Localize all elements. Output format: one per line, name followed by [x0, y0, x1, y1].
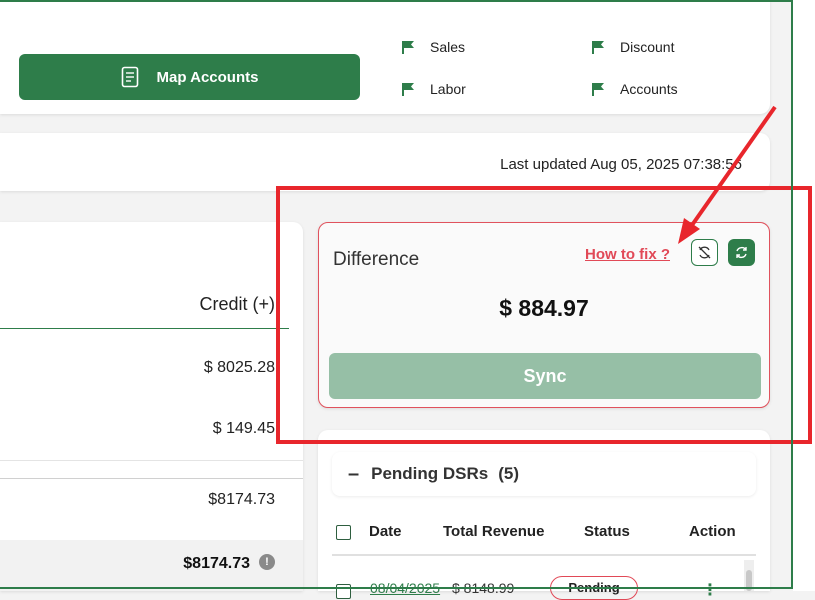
right-edge-strip: [793, 0, 815, 591]
flag-label-sales: Sales: [430, 39, 466, 55]
difference-amount: $ 884.97: [499, 295, 589, 321]
table-header-divider: [332, 554, 756, 556]
pending-dsrs-title: Pending DSRs: [371, 464, 489, 483]
refresh-button[interactable]: [728, 239, 755, 266]
pending-dsrs-card: – Pending DSRs (5) Date Total Revenue St…: [318, 430, 770, 600]
flag-label-accounts: Accounts: [620, 81, 678, 97]
credit-column-header: Credit (+): [199, 294, 275, 314]
row-checkbox[interactable]: [336, 584, 351, 599]
flag-discount: Discount: [591, 39, 674, 55]
flag-label-labor: Labor: [430, 81, 466, 97]
difference-title: Difference: [333, 249, 420, 270]
column-header-date: Date: [369, 523, 402, 540]
how-to-fix-link[interactable]: How to fix ?: [585, 246, 670, 263]
header-divider: [0, 328, 289, 329]
last-updated-card: Last updated Aug 05, 2025 07:38:56: [0, 133, 770, 191]
flag-icon: [592, 40, 604, 54]
sync-off-icon: [698, 246, 711, 259]
flag-icon: [402, 40, 414, 54]
status-badge: Pending: [550, 576, 638, 600]
credit-amount-row-2: $ 149.45: [212, 420, 275, 437]
column-header-status: Status: [584, 523, 630, 540]
flag-icon: [592, 82, 604, 96]
pending-dsrs-header[interactable]: – Pending DSRs (5): [332, 452, 756, 496]
unsync-button[interactable]: [691, 239, 718, 266]
table-scrollbar[interactable]: [744, 560, 754, 591]
ledger-table-card: Credit (+) $ 8025.28 $ 149.45 $8174.73 $…: [0, 222, 303, 591]
credit-subtotal: $8174.73: [208, 491, 275, 508]
flag-labor: Labor: [401, 81, 466, 97]
flag-label-discount: Discount: [620, 39, 675, 55]
row-divider: [0, 460, 303, 461]
select-all-checkbox[interactable]: [336, 525, 351, 540]
row-action-menu[interactable]: ⋮: [702, 580, 718, 600]
map-accounts-button[interactable]: Map Accounts: [19, 54, 360, 100]
row-total-revenue: $ 8148.99: [452, 580, 515, 596]
sync-button[interactable]: Sync: [329, 353, 761, 399]
column-header-action: Action: [689, 523, 736, 540]
last-updated-text: Last updated Aug 05, 2025 07:38:56: [500, 156, 742, 173]
flag-accounts: Accounts: [591, 81, 678, 97]
row-date-link[interactable]: 08/04/2025: [370, 580, 440, 596]
info-icon[interactable]: !: [259, 554, 275, 570]
top-card: Map Accounts Sales Discount Labor Accoun…: [0, 0, 770, 114]
pending-dsrs-count: (5): [498, 464, 520, 483]
credit-total: $8174.73: [183, 555, 250, 572]
column-header-total-revenue: Total Revenue: [443, 523, 545, 540]
document-icon: [121, 66, 138, 88]
refresh-icon: [736, 246, 747, 259]
total-row: $8174.73 !: [0, 540, 303, 591]
row-divider: [0, 478, 303, 479]
map-accounts-label: Map Accounts: [156, 68, 259, 86]
flag-sales: Sales: [401, 39, 465, 55]
flag-icon: [402, 82, 414, 96]
difference-card: Difference How to fix ? $ 884.97 Sync: [318, 222, 770, 408]
collapse-icon[interactable]: –: [348, 463, 359, 486]
credit-amount-row-1: $ 8025.28: [203, 359, 275, 376]
scrollbar-thumb[interactable]: [746, 570, 752, 591]
